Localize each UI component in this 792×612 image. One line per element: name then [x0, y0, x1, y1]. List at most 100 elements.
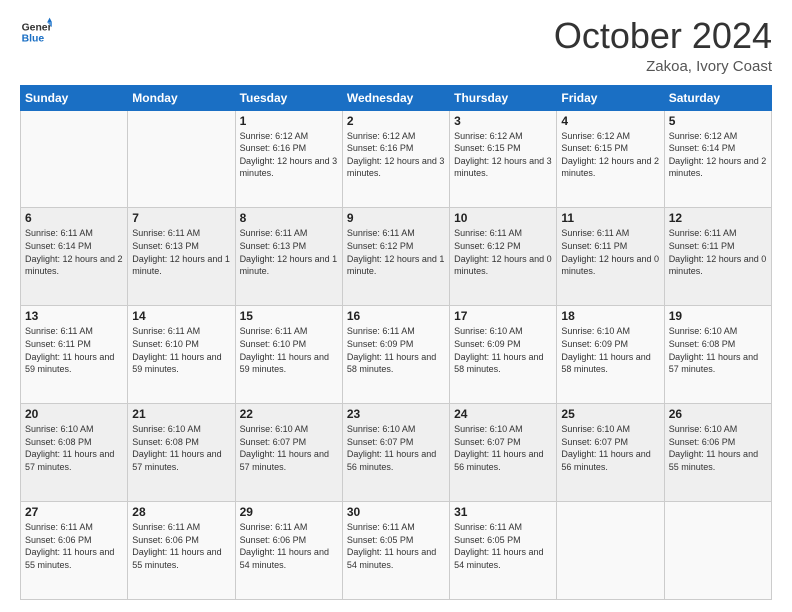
day-info: Sunrise: 6:10 AMSunset: 6:08 PMDaylight:…	[669, 325, 767, 375]
header-tuesday: Tuesday	[235, 85, 342, 110]
day-number: 31	[454, 505, 552, 519]
calendar-cell: 16 Sunrise: 6:11 AMSunset: 6:09 PMDayligh…	[342, 306, 449, 404]
day-number: 2	[347, 114, 445, 128]
day-number: 1	[240, 114, 338, 128]
calendar-cell: 22 Sunrise: 6:10 AMSunset: 6:07 PMDayligh…	[235, 404, 342, 502]
day-info: Sunrise: 6:11 AMSunset: 6:11 PMDaylight:…	[25, 325, 123, 375]
day-number: 20	[25, 407, 123, 421]
day-number: 6	[25, 211, 123, 225]
calendar-cell: 23 Sunrise: 6:10 AMSunset: 6:07 PMDayligh…	[342, 404, 449, 502]
day-info: Sunrise: 6:11 AMSunset: 6:12 PMDaylight:…	[347, 227, 445, 277]
calendar-cell: 8 Sunrise: 6:11 AMSunset: 6:13 PMDaylight…	[235, 208, 342, 306]
day-info: Sunrise: 6:12 AMSunset: 6:14 PMDaylight:…	[669, 130, 767, 180]
day-info: Sunrise: 6:10 AMSunset: 6:09 PMDaylight:…	[561, 325, 659, 375]
calendar-cell: 1 Sunrise: 6:12 AMSunset: 6:16 PMDaylight…	[235, 110, 342, 208]
calendar-cell: 29Sunrise: 6:11 AMSunset: 6:06 PMDayligh…	[235, 502, 342, 600]
day-info: Sunrise: 6:11 AMSunset: 6:05 PMDaylight:…	[454, 521, 552, 571]
calendar-cell: 9 Sunrise: 6:11 AMSunset: 6:12 PMDaylight…	[342, 208, 449, 306]
day-info: Sunrise: 6:10 AMSunset: 6:08 PMDaylight:…	[132, 423, 230, 473]
day-number: 9	[347, 211, 445, 225]
day-info: Sunrise: 6:11 AMSunset: 6:13 PMDaylight:…	[132, 227, 230, 277]
day-info: Sunrise: 6:11 AMSunset: 6:10 PMDaylight:…	[240, 325, 338, 375]
calendar-week-row-5: 27 Sunrise: 6:11 AMSunset: 6:06 PMDayligh…	[21, 502, 772, 600]
day-number: 17	[454, 309, 552, 323]
calendar-cell: 15 Sunrise: 6:11 AMSunset: 6:10 PMDayligh…	[235, 306, 342, 404]
day-info: Sunrise: 6:10 AMSunset: 6:07 PMDaylight:…	[561, 423, 659, 473]
location-title: Zakoa, Ivory Coast	[554, 58, 772, 75]
day-info: Sunrise: 6:12 AMSunset: 6:15 PMDaylight:…	[561, 130, 659, 180]
header-wednesday: Wednesday	[342, 85, 449, 110]
day-number: 18	[561, 309, 659, 323]
day-number: 22	[240, 407, 338, 421]
day-number: 19	[669, 309, 767, 323]
calendar-cell: 20 Sunrise: 6:10 AMSunset: 6:08 PMDayligh…	[21, 404, 128, 502]
day-number: 23	[347, 407, 445, 421]
calendar-cell: 31 Sunrise: 6:11 AMSunset: 6:05 PMDayligh…	[450, 502, 557, 600]
day-info: Sunrise: 6:11 AMSunset: 6:11 PMDaylight:…	[561, 227, 659, 277]
title-block: October 2024 Zakoa, Ivory Coast	[554, 16, 772, 75]
header-friday: Friday	[557, 85, 664, 110]
calendar-cell: 14 Sunrise: 6:11 AMSunset: 6:10 PMDayligh…	[128, 306, 235, 404]
calendar-cell: 17Sunrise: 6:10 AMSunset: 6:09 PMDayligh…	[450, 306, 557, 404]
calendar-cell: 6 Sunrise: 6:11 AMSunset: 6:14 PMDaylight…	[21, 208, 128, 306]
day-info: Sunrise: 6:11 AMSunset: 6:05 PMDaylight:…	[347, 521, 445, 571]
day-info: Sunrise: 6:11 AMSunset: 6:06 PMDaylight:…	[25, 521, 123, 571]
day-info: Sunrise: 6:10 AMSunset: 6:07 PMDaylight:…	[240, 423, 338, 473]
day-number: 14	[132, 309, 230, 323]
calendar-cell	[128, 110, 235, 208]
day-info: Sunrise: 6:11 AMSunset: 6:06 PMDaylight:…	[240, 521, 338, 571]
day-info: Sunrise: 6:12 AMSunset: 6:16 PMDaylight:…	[240, 130, 338, 180]
calendar-cell: 19 Sunrise: 6:10 AMSunset: 6:08 PMDayligh…	[664, 306, 771, 404]
calendar-cell	[664, 502, 771, 600]
calendar-cell: 4 Sunrise: 6:12 AMSunset: 6:15 PMDaylight…	[557, 110, 664, 208]
day-info: Sunrise: 6:11 AMSunset: 6:10 PMDaylight:…	[132, 325, 230, 375]
day-number: 27	[25, 505, 123, 519]
header-saturday: Saturday	[664, 85, 771, 110]
calendar-cell: 27 Sunrise: 6:11 AMSunset: 6:06 PMDayligh…	[21, 502, 128, 600]
day-number: 24	[454, 407, 552, 421]
day-number: 13	[25, 309, 123, 323]
calendar-cell: 3Sunrise: 6:12 AMSunset: 6:15 PMDaylight…	[450, 110, 557, 208]
day-number: 4	[561, 114, 659, 128]
calendar-cell: 13 Sunrise: 6:11 AMSunset: 6:11 PMDayligh…	[21, 306, 128, 404]
calendar-cell: 30 Sunrise: 6:11 AMSunset: 6:05 PMDayligh…	[342, 502, 449, 600]
calendar-week-row-1: 1 Sunrise: 6:12 AMSunset: 6:16 PMDaylight…	[21, 110, 772, 208]
day-info: Sunrise: 6:12 AMSunset: 6:15 PMDaylight:…	[454, 130, 552, 180]
day-number: 10	[454, 211, 552, 225]
day-number: 8	[240, 211, 338, 225]
day-number: 16	[347, 309, 445, 323]
calendar-cell	[21, 110, 128, 208]
calendar-week-row-2: 6 Sunrise: 6:11 AMSunset: 6:14 PMDaylight…	[21, 208, 772, 306]
day-number: 15	[240, 309, 338, 323]
day-info: Sunrise: 6:11 AMSunset: 6:13 PMDaylight:…	[240, 227, 338, 277]
header: General Blue October 2024 Zakoa, Ivory C…	[20, 16, 772, 75]
calendar-cell: 11Sunrise: 6:11 AMSunset: 6:11 PMDayligh…	[557, 208, 664, 306]
day-number: 12	[669, 211, 767, 225]
day-info: Sunrise: 6:11 AMSunset: 6:06 PMDaylight:…	[132, 521, 230, 571]
weekday-header-row: Sunday Monday Tuesday Wednesday Thursday…	[21, 85, 772, 110]
day-info: Sunrise: 6:11 AMSunset: 6:12 PMDaylight:…	[454, 227, 552, 277]
calendar-cell: 25 Sunrise: 6:10 AMSunset: 6:07 PMDayligh…	[557, 404, 664, 502]
logo-icon: General Blue	[20, 16, 52, 48]
calendar-cell: 10 Sunrise: 6:11 AMSunset: 6:12 PMDayligh…	[450, 208, 557, 306]
calendar-cell: 28 Sunrise: 6:11 AMSunset: 6:06 PMDayligh…	[128, 502, 235, 600]
day-info: Sunrise: 6:10 AMSunset: 6:08 PMDaylight:…	[25, 423, 123, 473]
calendar-cell: 26Sunrise: 6:10 AMSunset: 6:06 PMDayligh…	[664, 404, 771, 502]
day-info: Sunrise: 6:10 AMSunset: 6:07 PMDaylight:…	[347, 423, 445, 473]
calendar-cell	[557, 502, 664, 600]
day-number: 25	[561, 407, 659, 421]
day-info: Sunrise: 6:10 AMSunset: 6:07 PMDaylight:…	[454, 423, 552, 473]
day-number: 5	[669, 114, 767, 128]
day-number: 28	[132, 505, 230, 519]
day-number: 30	[347, 505, 445, 519]
calendar-cell: 2Sunrise: 6:12 AMSunset: 6:16 PMDaylight…	[342, 110, 449, 208]
day-info: Sunrise: 6:11 AMSunset: 6:11 PMDaylight:…	[669, 227, 767, 277]
calendar-cell: 7Sunrise: 6:11 AMSunset: 6:13 PMDaylight…	[128, 208, 235, 306]
header-monday: Monday	[128, 85, 235, 110]
day-info: Sunrise: 6:11 AMSunset: 6:14 PMDaylight:…	[25, 227, 123, 277]
calendar-week-row-3: 13 Sunrise: 6:11 AMSunset: 6:11 PMDayligh…	[21, 306, 772, 404]
day-info: Sunrise: 6:11 AMSunset: 6:09 PMDaylight:…	[347, 325, 445, 375]
calendar-page: General Blue October 2024 Zakoa, Ivory C…	[0, 0, 792, 612]
calendar-cell: 24 Sunrise: 6:10 AMSunset: 6:07 PMDayligh…	[450, 404, 557, 502]
calendar-week-row-4: 20 Sunrise: 6:10 AMSunset: 6:08 PMDayligh…	[21, 404, 772, 502]
